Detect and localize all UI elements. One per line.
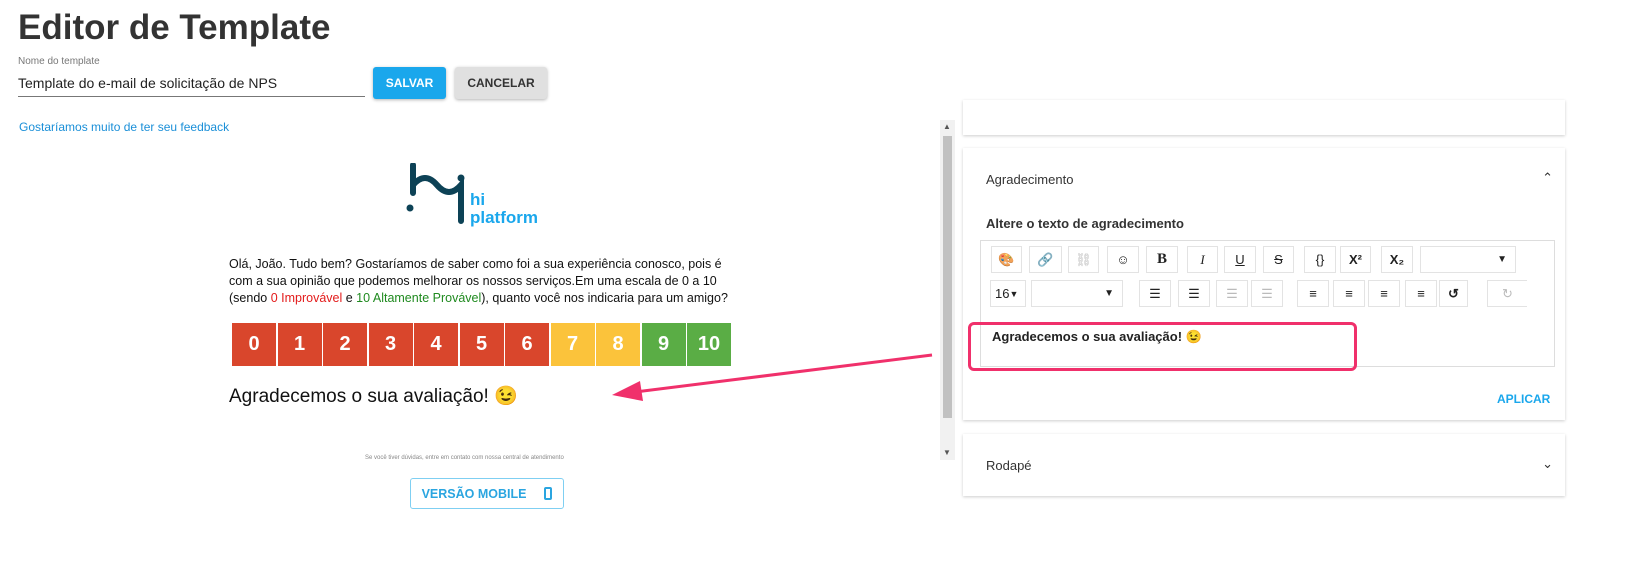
save-button[interactable]: SALVAR [373,67,446,99]
scroll-up-icon[interactable]: ▲ [943,122,951,131]
score-7[interactable]: 7 [550,323,595,366]
logo-text-hi: hi [470,190,485,209]
score-8[interactable]: 8 [596,323,640,366]
mobile-version-button[interactable]: VERSÃO MOBILE [410,478,564,509]
score-1[interactable]: 1 [277,323,322,366]
template-name-label: Nome do template [18,56,100,67]
font-size-value: 16 [995,286,1010,301]
format-select[interactable]: ▼ [1031,280,1123,307]
undo-icon[interactable]: ↺ [1439,280,1468,307]
thanks-section-title[interactable]: Agradecimento [986,172,1073,187]
thanks-message: Agradecemos o sua avaliação! 😉 [229,386,518,407]
scroll-down-icon[interactable]: ▼ [943,448,951,457]
code-braces-icon[interactable]: {} [1304,246,1336,273]
score-0[interactable]: 0 [232,323,276,366]
link-icon[interactable]: 🔗 [1029,246,1062,273]
logo-text-platform: platform [470,208,538,227]
score-10[interactable]: 10 [687,323,731,366]
feedback-link[interactable]: Gostaríamos muito de ter seu feedback [19,120,229,134]
apply-button[interactable]: APLICAR [1497,392,1550,406]
outdent-icon[interactable]: ☰ [1251,280,1283,307]
low-label: 0 Improvável [270,291,343,305]
footer-note: Se você tiver dúvidas, entre em contato … [365,455,564,461]
nps-score-scale: 0 1 2 3 4 5 6 7 8 9 10 [232,323,731,366]
palette-icon[interactable]: 🎨 [991,246,1022,273]
align-left-icon[interactable]: ≡ [1297,280,1329,307]
score-2[interactable]: 2 [323,323,367,366]
chevron-up-icon[interactable]: ⌃ [1542,170,1553,186]
body-text-mid: e [342,291,357,305]
score-9[interactable]: 9 [641,323,686,366]
italic-icon[interactable]: I [1187,246,1218,273]
bold-icon[interactable]: B [1146,246,1178,273]
mobile-version-label: VERSÃO MOBILE [421,486,527,501]
align-justify-icon[interactable]: ≡ [1405,280,1437,307]
thanks-text-label: Altere o texto de agradecimento [986,216,1184,231]
score-5[interactable]: 5 [459,323,504,366]
emoji-icon[interactable]: ☺ [1107,246,1139,273]
redo-icon[interactable]: ↻ [1487,280,1527,307]
footer-section-card: Rodapé ⌄ [963,434,1565,496]
strikethrough-icon[interactable]: S [1263,246,1294,273]
body-text-2: ), quanto você nos indicaria para um ami… [481,291,728,305]
numbered-list-icon[interactable]: ☰ [1178,280,1210,307]
underline-icon[interactable]: U [1224,246,1256,273]
bullet-list-icon[interactable]: ☰ [1139,280,1171,307]
unlink-icon[interactable]: ⛓ [1068,246,1099,273]
align-center-icon[interactable]: ≡ [1333,280,1365,307]
smartphone-icon [544,487,553,500]
score-6[interactable]: 6 [505,323,549,366]
score-4[interactable]: 4 [414,323,458,366]
superscript-icon[interactable]: X² [1340,246,1371,273]
page-title: Editor de Template [18,8,331,47]
indent-icon[interactable]: ☰ [1216,280,1248,307]
align-right-icon[interactable]: ≡ [1368,280,1400,307]
score-3[interactable]: 3 [368,323,413,366]
font-family-select[interactable]: ▼ [1420,246,1516,273]
chevron-down-icon[interactable]: ⌄ [1542,456,1553,472]
email-body-text: Olá, João. Tudo bem? Gostaríamos de sabe… [229,256,729,307]
cancel-button[interactable]: CANCELAR [455,67,547,99]
footer-section-title[interactable]: Rodapé [986,458,1032,473]
previous-section-card [963,100,1565,135]
template-name-input[interactable] [18,70,365,97]
highlight-box [968,322,1357,371]
subscript-icon[interactable]: X₂ [1381,246,1413,273]
hi-platform-logo: hi platform [405,162,565,233]
scrollbar-thumb[interactable] [943,136,952,418]
high-label: 10 Altamente Provável [356,291,482,305]
font-size-select[interactable]: 16 ▼ [990,280,1026,307]
